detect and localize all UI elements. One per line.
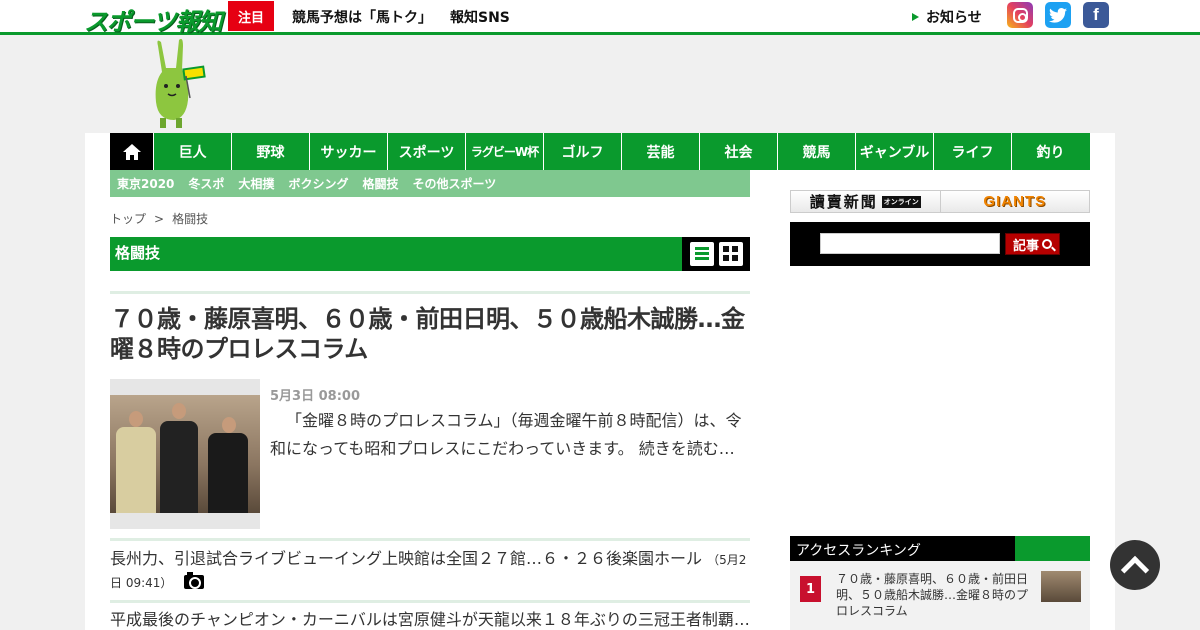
subnav-sumo[interactable]: 大相撲	[238, 175, 274, 192]
top-header-bar: スポーツ報知 注目 競馬予想は「馬トク」 報知SNS お知らせ f	[0, 0, 1200, 36]
grid-view-icon[interactable]	[719, 242, 743, 266]
search-input[interactable]	[820, 233, 1000, 254]
yomiuri-logo: 讀賣新聞	[809, 193, 878, 211]
main-navigation: 巨人 野球 サッカー スポーツ ラグビーW杯 ゴルフ 芸能 社会 競馬 ギャンブ…	[110, 133, 1090, 170]
article-title[interactable]: 長州力、引退試合ライブビューイング上映館は全国２７館…６・２６後楽園ホール	[110, 549, 702, 568]
read-more-link[interactable]: 続きを読む…	[639, 439, 735, 458]
divider	[110, 600, 750, 603]
subnav-other-sports[interactable]: その他スポーツ	[412, 175, 496, 192]
nav-golf[interactable]: ゴルフ	[543, 133, 621, 170]
uma-toku-link[interactable]: 競馬予想は「馬トク」	[292, 7, 432, 27]
nav-sports[interactable]: スポーツ	[387, 133, 465, 170]
search-button-label: 記事	[1012, 238, 1039, 254]
divider	[110, 538, 750, 541]
home-button[interactable]	[110, 133, 153, 170]
nav-soccer[interactable]: サッカー	[309, 133, 387, 170]
nav-gamble[interactable]: ギャンブル	[855, 133, 933, 170]
ranking-tab[interactable]	[1015, 536, 1090, 561]
list-item[interactable]: 長州力、引退試合ライブビューイング上映館は全国２７館…６・２６後楽園ホール （5…	[110, 548, 750, 594]
mascot-character-icon	[155, 38, 206, 128]
instagram-icon[interactable]	[1007, 2, 1033, 28]
twitter-icon[interactable]	[1045, 2, 1071, 28]
nav-fishing[interactable]: 釣り	[1011, 133, 1089, 170]
article-title[interactable]: 平成最後のチャンピオン・カーニバルは宮原健斗が天龍以来１８年ぶりの三冠王者制覇…	[110, 610, 750, 629]
chevron-up-icon	[1120, 555, 1150, 585]
nav-life[interactable]: ライフ	[933, 133, 1011, 170]
nav-entertainment[interactable]: 芸能	[621, 133, 699, 170]
category-header: 格闘技	[110, 237, 750, 271]
online-badge: オンライン	[881, 195, 921, 208]
sub-navigation: 東京2020 冬スポ 大相撲 ボクシング 格闘技 その他スポーツ	[110, 170, 750, 197]
triangle-right-icon	[912, 13, 919, 21]
subnav-boxing[interactable]: ボクシング	[288, 175, 348, 192]
ranking-list: 1 ７０歳・藤原喜明、６０歳・前田日明、５０歳船木誠勝…金曜８時のプロレスコラム	[790, 561, 1090, 630]
category-title: 格闘技	[115, 244, 161, 262]
lead-headline[interactable]: ７０歳・藤原喜明、６０歳・前田日明、５０歳船木誠勝…金曜８時のプロレスコラム	[110, 304, 752, 364]
search-icon	[1042, 239, 1052, 249]
camera-icon	[183, 572, 204, 589]
ranking-title: アクセスランキング	[796, 543, 921, 559]
ranking-item-title[interactable]: ７０歳・藤原喜明、６０歳・前田日明、５０歳船木誠勝…金曜８時のプロレスコラム	[836, 571, 1034, 619]
subnav-winter-sports[interactable]: 冬スポ	[188, 175, 224, 192]
ranking-item-thumbnail[interactable]	[1041, 571, 1081, 602]
search-box: 記事	[790, 222, 1090, 266]
list-item[interactable]: 平成最後のチャンピオン・カーニバルは宮原健斗が天龍以来１８年ぶりの三冠王者制覇…	[110, 609, 750, 630]
ranking-header: アクセスランキング	[790, 536, 1090, 561]
breadcrumb-current: 格闘技	[172, 212, 209, 226]
partner-links: 讀賣新聞 オンライン GIANTS	[790, 190, 1090, 213]
facebook-icon[interactable]: f	[1083, 2, 1109, 28]
breadcrumb-home[interactable]: トップ	[110, 212, 146, 226]
divider	[110, 291, 750, 294]
subnav-martial-arts[interactable]: 格闘技	[362, 175, 398, 192]
yomiuri-online-link[interactable]: 讀賣新聞 オンライン	[791, 191, 941, 212]
breadcrumb-separator: >	[154, 212, 165, 226]
lead-date: 5月3日 08:00	[270, 389, 360, 404]
nav-horse-racing[interactable]: 競馬	[777, 133, 855, 170]
lead-summary: 「金曜８時のプロレスコラム」（毎週金曜午前８時配信）は、令和になっても昭和プロレ…	[270, 407, 748, 463]
hochi-sns-link[interactable]: 報知SNS	[450, 7, 510, 27]
subnav-tokyo2020[interactable]: 東京2020	[117, 175, 174, 192]
giants-link[interactable]: GIANTS	[941, 191, 1090, 212]
lead-photo	[110, 395, 260, 513]
nav-society[interactable]: 社会	[699, 133, 777, 170]
nav-baseball[interactable]: 野球	[231, 133, 309, 170]
featured-badge[interactable]: 注目	[228, 1, 274, 31]
breadcrumb: トップ > 格闘技	[110, 210, 208, 227]
rank-number-badge: 1	[800, 576, 821, 602]
site-logo[interactable]: スポーツ報知	[84, 2, 223, 36]
back-to-top-button[interactable]	[1110, 540, 1160, 590]
nav-rugby-world-cup[interactable]: ラグビーW杯	[465, 133, 543, 170]
view-toggle	[682, 237, 750, 271]
lead-thumbnail[interactable]	[110, 379, 260, 529]
search-button[interactable]: 記事	[1005, 233, 1060, 255]
nav-giants[interactable]: 巨人	[153, 133, 231, 170]
list-view-icon[interactable]	[690, 242, 714, 266]
home-icon	[122, 143, 141, 160]
notice-label: お知らせ	[926, 10, 982, 26]
notice-link[interactable]: お知らせ	[912, 7, 982, 27]
